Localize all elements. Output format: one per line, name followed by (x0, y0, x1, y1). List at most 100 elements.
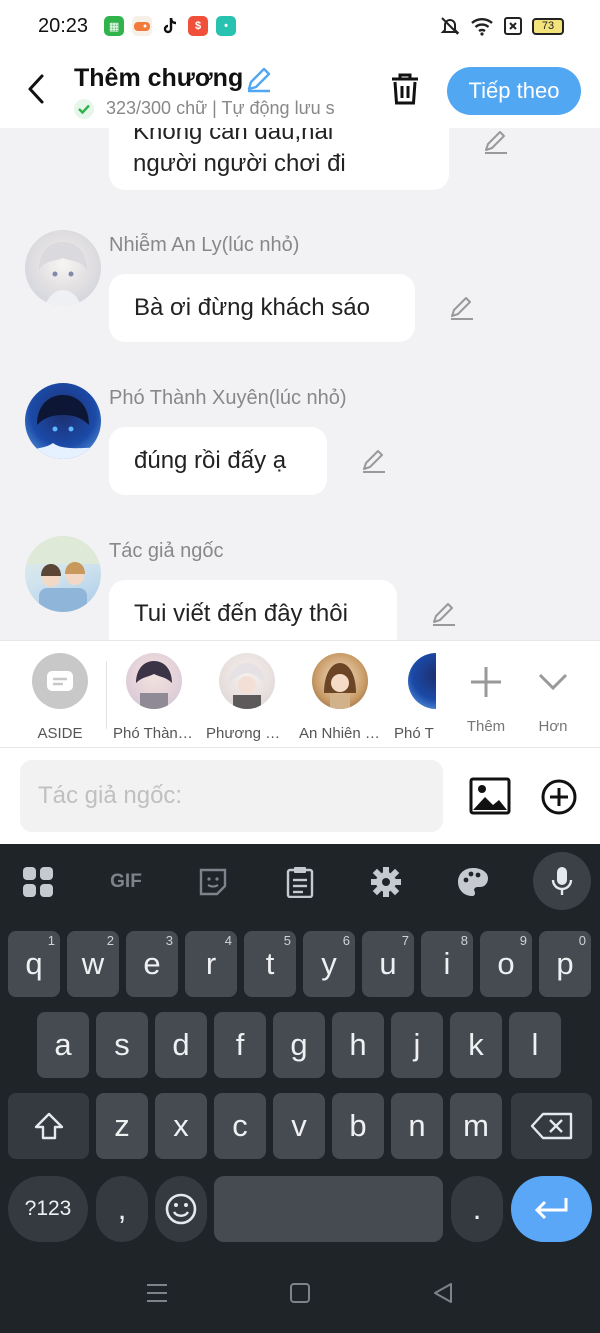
wifi-icon (471, 18, 493, 36)
character-option[interactable]: Phương Nhã (206, 653, 288, 742)
key-o[interactable]: o9 (480, 931, 532, 997)
key-m[interactable]: m (450, 1093, 502, 1159)
app-header: Thêm chương 323/300 chữ | Tự động lưu s … (0, 52, 600, 128)
shop-notification-icon: $ (188, 16, 209, 36)
image-icon[interactable] (468, 774, 512, 818)
keyboard: GIF q1 w2 e3 r4 t5 y6 u7 i8 o9 p0 a s d … (0, 844, 600, 1333)
key-d[interactable]: d (155, 1012, 207, 1078)
speaker-name: Nhiễm An Ly(lúc nhỏ) (109, 234, 300, 256)
chevron-down-icon (538, 673, 568, 691)
avatar[interactable] (25, 230, 101, 306)
key-z[interactable]: z (96, 1093, 148, 1159)
add-character-button[interactable]: Thêm (456, 653, 516, 735)
character-option[interactable]: An Nhiên Nhi (299, 653, 381, 742)
edit-message-icon[interactable] (430, 600, 458, 628)
settings-gear-icon[interactable] (364, 860, 408, 904)
character-label: ASIDE (37, 725, 83, 742)
key-w[interactable]: w2 (67, 931, 119, 997)
edit-title-icon[interactable] (244, 64, 274, 94)
character-label: An Nhiên Nhi (299, 725, 381, 742)
avatar (219, 653, 275, 709)
chat-notification-icon: • (216, 16, 237, 36)
key-p[interactable]: p0 (539, 931, 591, 997)
clipboard-icon[interactable] (278, 860, 322, 904)
recent-apps-icon[interactable] (145, 1282, 169, 1304)
key-g[interactable]: g (273, 1012, 325, 1078)
saved-check-icon (74, 98, 94, 119)
key-n[interactable]: n (391, 1093, 443, 1159)
shift-key[interactable] (8, 1093, 89, 1159)
key-y[interactable]: y6 (303, 931, 355, 997)
battery-icon: 73 (532, 17, 564, 35)
message-bubble[interactable]: Bà ơi đừng khách sáo (109, 274, 415, 342)
key-q[interactable]: q1 (8, 931, 60, 997)
message-input[interactable] (20, 760, 443, 832)
add-circle-icon[interactable] (539, 777, 579, 817)
page-title: Thêm chương (74, 64, 244, 92)
notification-icons: ▦ $ • (104, 16, 237, 36)
key-j[interactable]: j (391, 1012, 443, 1078)
key-u[interactable]: u7 (362, 931, 414, 997)
edit-message-icon[interactable] (448, 294, 476, 322)
avatar[interactable] (25, 536, 101, 612)
enter-key[interactable] (511, 1176, 592, 1242)
back-arrow-icon[interactable] (22, 72, 52, 106)
message-text: Tui viết đến đây thôi (134, 600, 348, 627)
mute-bell-icon (440, 17, 460, 35)
key-b[interactable]: b (332, 1093, 384, 1159)
key-r[interactable]: r4 (185, 931, 237, 997)
expand-label: Hơn (538, 718, 568, 735)
message-text: Bà ơi đừng khách sáo (134, 294, 370, 321)
word-count-text: 323/300 chữ | Tự động lưu s (106, 98, 335, 118)
character-option[interactable]: Phó T (394, 653, 436, 742)
key-s[interactable]: s (96, 1012, 148, 1078)
message-bubble[interactable]: Tui viết đến đây thôi (109, 580, 397, 640)
character-option[interactable]: Phó Thành Xuyên (113, 653, 195, 742)
key-v[interactable]: v (273, 1093, 325, 1159)
message-bubble[interactable]: Không cần đâu,hai người người chơi đi (109, 128, 449, 190)
character-label: Phương Nhã (206, 725, 288, 742)
character-aside[interactable]: ASIDE (19, 653, 101, 742)
backspace-key[interactable] (511, 1093, 592, 1159)
apps-grid-icon[interactable] (16, 860, 60, 904)
key-f[interactable]: f (214, 1012, 266, 1078)
key-k[interactable]: k (450, 1012, 502, 1078)
sticker-icon[interactable] (191, 860, 235, 904)
plus-icon (471, 667, 501, 697)
game-notification-icon (132, 16, 153, 36)
avatar[interactable] (25, 383, 101, 459)
composer (0, 748, 600, 844)
symbols-key[interactable]: ?123 (8, 1176, 88, 1242)
key-l[interactable]: l (509, 1012, 561, 1078)
key-e[interactable]: e3 (126, 931, 178, 997)
next-button[interactable]: Tiếp theo (447, 67, 581, 115)
word-count-status: 323/300 chữ | Tự động lưu s (74, 98, 364, 119)
expand-characters-button[interactable]: Hơn (523, 653, 583, 735)
edit-message-icon[interactable] (482, 128, 510, 156)
emoji-key[interactable] (155, 1176, 207, 1242)
avatar (408, 653, 436, 709)
message-bubble[interactable]: đúng rồi đấy ạ (109, 427, 327, 495)
backspace-icon (530, 1112, 572, 1140)
gif-button[interactable]: GIF (104, 860, 148, 904)
comma-key[interactable]: , (96, 1176, 148, 1242)
key-x[interactable]: x (155, 1093, 207, 1159)
edit-message-icon[interactable] (360, 447, 388, 475)
key-t[interactable]: t5 (244, 931, 296, 997)
home-icon[interactable] (289, 1282, 311, 1304)
period-key[interactable]: . (451, 1176, 503, 1242)
message-text-line: Không cần đâu,hai (133, 128, 334, 145)
key-c[interactable]: c (214, 1093, 266, 1159)
back-nav-icon[interactable] (432, 1282, 454, 1304)
key-i[interactable]: i8 (421, 931, 473, 997)
aside-icon (32, 653, 88, 709)
avatar (312, 653, 368, 709)
key-a[interactable]: a (37, 1012, 89, 1078)
speaker-name: Tác giả ngốc (109, 540, 224, 562)
key-h[interactable]: h (332, 1012, 384, 1078)
mic-icon[interactable] (533, 852, 591, 910)
trash-icon[interactable] (386, 70, 424, 108)
character-label: Phó T (394, 725, 434, 742)
space-key[interactable] (214, 1176, 443, 1242)
theme-palette-icon[interactable] (451, 860, 495, 904)
